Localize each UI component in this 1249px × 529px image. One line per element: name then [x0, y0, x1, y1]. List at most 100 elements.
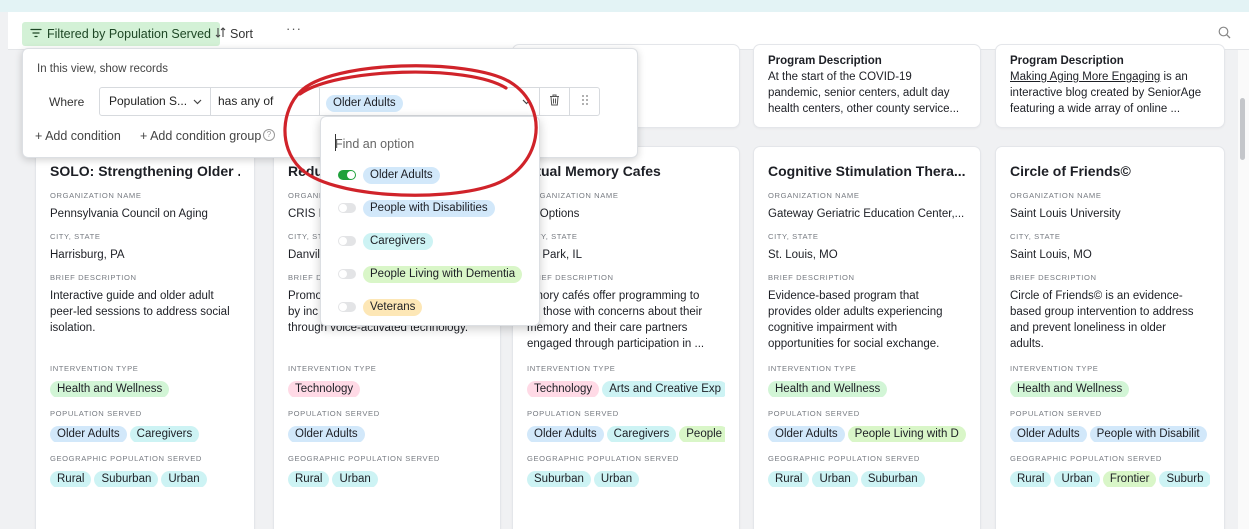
geographic-field-label: GEOGRAPHIC POPULATION SERVED — [1010, 454, 1162, 463]
card-title: irtual Memory Cafes — [527, 163, 661, 179]
program-description-text: At the start of the COVID-19 pandemic, se… — [768, 71, 960, 115]
option-chip: People Living with Dementia — [363, 265, 523, 283]
org-field-label: ORGANIZATION NAME — [527, 191, 619, 200]
tag-chip: Rural — [288, 471, 330, 487]
intervention-field-label: INTERVENTION TYPE — [288, 364, 377, 373]
org-field-label: ORGANIZATION NAME — [1010, 191, 1102, 200]
help-icon[interactable]: ? — [263, 129, 275, 141]
population-field-label: POPULATION SERVED — [527, 409, 619, 418]
tag-chip: Urban — [593, 471, 640, 487]
program-description-label: Program Description — [768, 55, 882, 67]
tag-chip: Older Adults — [50, 426, 127, 442]
geographic-tags: Rural Urban — [288, 469, 486, 487]
option-chip: Caregivers — [363, 232, 433, 250]
geographic-field-label: GEOGRAPHIC POPULATION SERVED — [768, 454, 920, 463]
sort-button-label: Sort — [230, 27, 253, 41]
population-tags: Older Adults People Living with D — [768, 424, 966, 442]
tag-chip: Suburb — [1159, 471, 1210, 487]
program-description-label: Program Description — [1010, 55, 1124, 67]
population-tags: Older Adults Caregivers — [50, 424, 240, 442]
filter-value-tag: Older Adults — [326, 95, 403, 112]
org-field-value: Gateway Geriatric Education Center,... — [768, 208, 965, 220]
app-window: Filtered by Population Served Sort ··· o… — [0, 0, 1249, 529]
option-row[interactable]: Older Adults — [338, 165, 443, 185]
option-search-input[interactable]: Find an option — [335, 137, 414, 151]
city-field-value: Harrisburg, PA — [50, 249, 125, 261]
population-tags: Older Adults Caregivers People — [527, 424, 725, 442]
population-field-label: POPULATION SERVED — [768, 409, 860, 418]
gallery-card-partial[interactable]: Program Description Making Aging More En… — [995, 44, 1225, 128]
intervention-tags: Technology Arts and Creative Exp — [527, 379, 725, 397]
gallery-card[interactable]: Circle of Friends© ORGANIZATION NAME Saint… — [995, 146, 1225, 529]
filter-field-select[interactable]: Population S... — [99, 87, 211, 116]
gallery-card[interactable]: Cognitive Stimulation Thera... ORGANIZATI… — [753, 146, 981, 529]
filter-field-value: Population S... — [109, 94, 188, 108]
population-field-label: POPULATION SERVED — [288, 409, 380, 418]
filter-operator-select[interactable]: has any of — [210, 87, 320, 116]
chevron-down-icon — [522, 94, 531, 114]
option-toggle[interactable] — [338, 236, 356, 246]
brief-field-label: BRIEF DESCRIPTION — [527, 273, 614, 282]
brief-field-label: BRIEF DESCRIPTION — [50, 273, 137, 282]
option-toggle[interactable] — [338, 302, 356, 312]
option-toggle[interactable] — [338, 203, 356, 213]
add-condition-button[interactable]: + Add condition — [35, 129, 121, 143]
tag-chip: People Living with D — [847, 426, 966, 442]
city-field-label: CITY, STATE — [1010, 232, 1061, 241]
city-field-label: CITY, STATE — [50, 232, 101, 241]
filter-button[interactable]: Filtered by Population Served — [22, 22, 220, 46]
geographic-tags: Rural Urban Frontier Suburb — [1010, 469, 1210, 487]
drag-handle-icon — [581, 94, 589, 109]
card-title: Circle of Friends© — [1010, 163, 1131, 179]
scrollbar-thumb[interactable] — [1240, 98, 1245, 160]
geographic-tags: Suburban Urban — [527, 469, 725, 487]
org-field-value: geOptions — [527, 208, 580, 220]
option-toggle[interactable] — [338, 269, 356, 279]
tag-chip: Older Adults — [527, 426, 604, 442]
tag-chip: Suburban — [860, 471, 925, 487]
option-row[interactable]: People Living with Dementia — [338, 264, 525, 284]
tag-chip: Caregivers — [606, 426, 677, 442]
sort-icon — [215, 22, 226, 46]
trash-icon — [549, 93, 560, 111]
option-row[interactable]: Caregivers — [338, 231, 436, 251]
geographic-tags: Rural Suburban Urban — [50, 469, 240, 487]
option-toggle[interactable] — [338, 170, 356, 180]
intervention-tags: Health and Wellness — [768, 379, 966, 397]
card-title: Cognitive Stimulation Thera... — [768, 163, 966, 179]
intervention-field-label: INTERVENTION TYPE — [527, 364, 616, 373]
tag-chip: Older Adults — [768, 426, 845, 442]
top-strip — [0, 0, 1249, 12]
blog-link[interactable]: Making Aging More Engaging — [1010, 71, 1160, 83]
where-label: Where — [49, 95, 85, 109]
tag-chip: Technology — [527, 381, 600, 397]
brief-field-value: Interactive guide and older adult peer-le… — [50, 290, 230, 334]
option-row[interactable]: Veterans — [338, 297, 425, 317]
tag-chip: People — [679, 426, 725, 442]
tag-chip: Urban — [1054, 471, 1100, 487]
add-condition-group-button[interactable]: + Add condition group — [140, 129, 261, 143]
geographic-field-label: GEOGRAPHIC POPULATION SERVED — [527, 454, 679, 463]
option-chip: People with Disabilities — [363, 199, 495, 217]
tag-chip: Health and Wellness — [50, 381, 170, 397]
more-options-button[interactable]: ··· — [286, 21, 302, 36]
geographic-tags: Rural Urban Suburban — [768, 469, 966, 487]
intervention-field-label: INTERVENTION TYPE — [50, 364, 139, 373]
population-field-label: POPULATION SERVED — [1010, 409, 1102, 418]
population-tags: Older Adults — [288, 424, 486, 442]
drag-handle[interactable] — [570, 87, 600, 116]
sort-button[interactable]: Sort — [215, 22, 253, 46]
gallery-card[interactable]: SOLO: Strengthening Older ... ORGANIZATIO… — [35, 146, 255, 529]
org-field-label: ORGANIZATION NAME — [768, 191, 860, 200]
filter-value-select[interactable]: Older Adults — [320, 87, 540, 116]
city-field-value: St. Louis, MO — [768, 249, 838, 261]
search-icon[interactable] — [1218, 26, 1231, 44]
brief-field-label: BRIEF DESCRIPTION — [768, 273, 855, 282]
delete-condition-button[interactable] — [540, 87, 570, 116]
tag-chip: Caregivers — [129, 426, 200, 442]
gallery-card[interactable]: irtual Memory Cafes ORGANIZATION NAME geOp… — [512, 146, 740, 529]
option-row[interactable]: People with Disabilities — [338, 198, 498, 218]
tag-chip: Urban — [332, 471, 378, 487]
tag-chip: Urban — [812, 471, 858, 487]
gallery-card-partial[interactable]: Program Description At the start of the … — [753, 44, 981, 128]
